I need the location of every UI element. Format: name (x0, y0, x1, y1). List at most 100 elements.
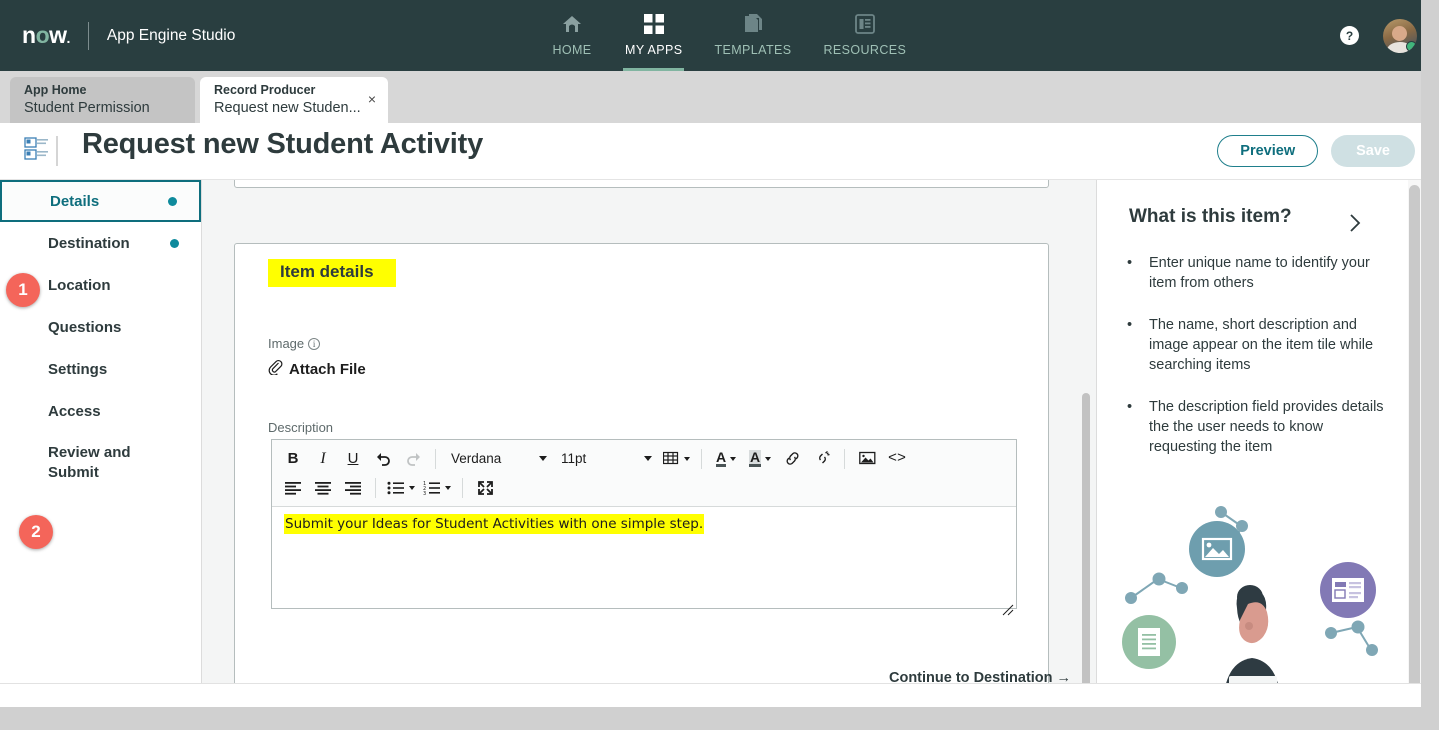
sidebar-item-label: Access (48, 402, 101, 420)
templates-icon (742, 11, 764, 37)
sidebar-item-details[interactable]: Details (0, 180, 201, 222)
link-button[interactable] (777, 446, 807, 472)
tab-record-producer[interactable]: Record Producer Request new Studen... × (200, 77, 388, 123)
preview-button[interactable]: Preview (1217, 135, 1319, 167)
tab-bar: App Home Student Permission Record Produ… (0, 71, 1439, 177)
sidebar-item-label: Details (50, 192, 100, 210)
source-code-button[interactable]: <> (882, 446, 912, 472)
tab-name-label: Student Permission (24, 100, 150, 116)
description-text: Submit your Ideas for Student Activities… (284, 514, 705, 534)
window-right-edge (1421, 0, 1439, 730)
nav-label-my-apps: MY APPS (625, 43, 683, 57)
help-panel-title: What is this item? (1129, 206, 1292, 227)
tab-kind-label: App Home (24, 83, 87, 97)
tab-app-home[interactable]: App Home Student Permission (10, 77, 195, 123)
avatar-status-dot (1406, 40, 1417, 52)
save-button[interactable]: Save (1331, 135, 1415, 167)
nav-item-home[interactable]: HOME (535, 0, 609, 71)
chevron-down-icon (730, 456, 737, 461)
product-title: App Engine Studio (106, 26, 236, 44)
sidebar-item-destination[interactable]: Destination (0, 222, 201, 264)
sidebar-item-label: Location (48, 276, 111, 294)
description-field-label: Description (268, 420, 334, 435)
page-title: Request new Student Activity (82, 128, 483, 160)
nav-item-my-apps[interactable]: MY APPS (609, 0, 698, 71)
close-icon[interactable]: × (365, 92, 379, 106)
font-size-select[interactable]: 11pt (553, 447, 658, 471)
attach-file-button[interactable]: Attach File (268, 359, 366, 379)
item-details-card: Item details Image i Attach File Descript… (234, 243, 1049, 707)
toolbar-separator (701, 448, 702, 469)
toolbar-separator (435, 448, 436, 469)
bullet-icon: • (1127, 255, 1133, 271)
annotation-badge-1: 1 (6, 273, 40, 307)
align-left-button[interactable] (278, 475, 308, 501)
person-with-laptop-illustration (1103, 480, 1421, 707)
bullet-icon: • (1127, 317, 1133, 333)
sidebar-item-settings[interactable]: Settings (0, 348, 201, 390)
undo-button[interactable] (368, 446, 398, 472)
toolbar-separator (462, 477, 463, 498)
primary-nav: HOME MY APPS TEMPLATES RESOURCES (535, 0, 922, 71)
sidebar-item-label: Destination (48, 234, 130, 252)
center-scrollbar-thumb[interactable] (1082, 393, 1090, 698)
resize-handle-icon[interactable] (1002, 604, 1014, 616)
table-button[interactable] (658, 446, 694, 472)
unlink-button[interactable] (807, 446, 837, 472)
sidebar-item-review-and-submit[interactable]: Review and Submit (0, 432, 201, 494)
item-details-heading: Item details (268, 259, 396, 287)
brand-divider (87, 21, 89, 50)
status-dot (170, 239, 179, 248)
nav-item-templates[interactable]: TEMPLATES (698, 0, 807, 71)
annotation-badge-2: 2 (19, 515, 53, 549)
sidebar-item-access[interactable]: Access (0, 390, 201, 432)
editor-toolbar-row-1: B I U Verdana 11pt A A <> (278, 444, 1010, 473)
chevron-down-icon (683, 456, 690, 461)
list-item: • Enter unique name to identify your ite… (1127, 253, 1389, 293)
editor-toolbar-row-2: 123 (278, 473, 1010, 502)
top-navigation-bar: now. App Engine Studio HOME MY APPS TEMP… (0, 0, 1439, 71)
now-logo[interactable]: now. (22, 24, 70, 47)
image-field-label: Image i (268, 336, 321, 351)
sidebar-item-label: Settings (48, 360, 108, 378)
bullet-text: The description field provides details t… (1149, 399, 1384, 455)
italic-button[interactable]: I (308, 446, 338, 472)
avatar[interactable] (1383, 18, 1417, 53)
resources-icon (854, 11, 876, 37)
help-panel-bullets: • Enter unique name to identify your ite… (1127, 253, 1389, 479)
help-panel: What is this item? • Enter unique name t… (1096, 180, 1421, 707)
bold-button[interactable]: B (278, 446, 308, 472)
chevron-right-icon[interactable] (1347, 212, 1363, 239)
font-family-select[interactable]: Verdana (443, 447, 553, 471)
nav-item-resources[interactable]: RESOURCES (807, 0, 922, 71)
body-area: Details Destination Location Questions S… (0, 180, 1439, 707)
tab-kind-label: Record Producer (214, 83, 316, 97)
nav-label-templates: TEMPLATES (714, 43, 792, 57)
image-label-text: Image (268, 336, 305, 351)
insert-image-button[interactable] (852, 446, 882, 472)
previous-card (234, 180, 1049, 188)
description-text-input[interactable]: Submit your Ideas for Student Activities… (272, 507, 1016, 618)
info-icon[interactable]: i (308, 338, 321, 350)
center-scrollbar-track[interactable] (1082, 180, 1093, 707)
list-item: • The name, short description and image … (1127, 315, 1389, 375)
chevron-down-icon (539, 456, 547, 461)
align-right-button[interactable] (338, 475, 368, 501)
fullscreen-button[interactable] (470, 475, 500, 501)
step-sidebar: Details Destination Location Questions S… (0, 180, 202, 707)
sidebar-item-questions[interactable]: Questions (0, 306, 201, 348)
tab-name-label: Request new Studen... (214, 100, 361, 116)
help-icon[interactable]: ? (1340, 26, 1359, 45)
align-center-button[interactable] (308, 475, 338, 501)
bullet-text: Enter unique name to identify your item … (1149, 255, 1370, 291)
bullet-list-button[interactable] (383, 475, 419, 501)
numbered-list-button[interactable]: 123 (419, 475, 455, 501)
toolbar-separator (844, 448, 845, 469)
bullet-icon: • (1127, 399, 1133, 415)
redo-button[interactable] (398, 446, 428, 472)
underline-button[interactable]: U (338, 446, 368, 472)
highlight-color-button[interactable]: A (743, 446, 777, 472)
text-color-button[interactable]: A (709, 446, 743, 472)
window-bottom-strip (0, 683, 1421, 707)
page-scrollbar-thumb[interactable] (1409, 185, 1420, 690)
